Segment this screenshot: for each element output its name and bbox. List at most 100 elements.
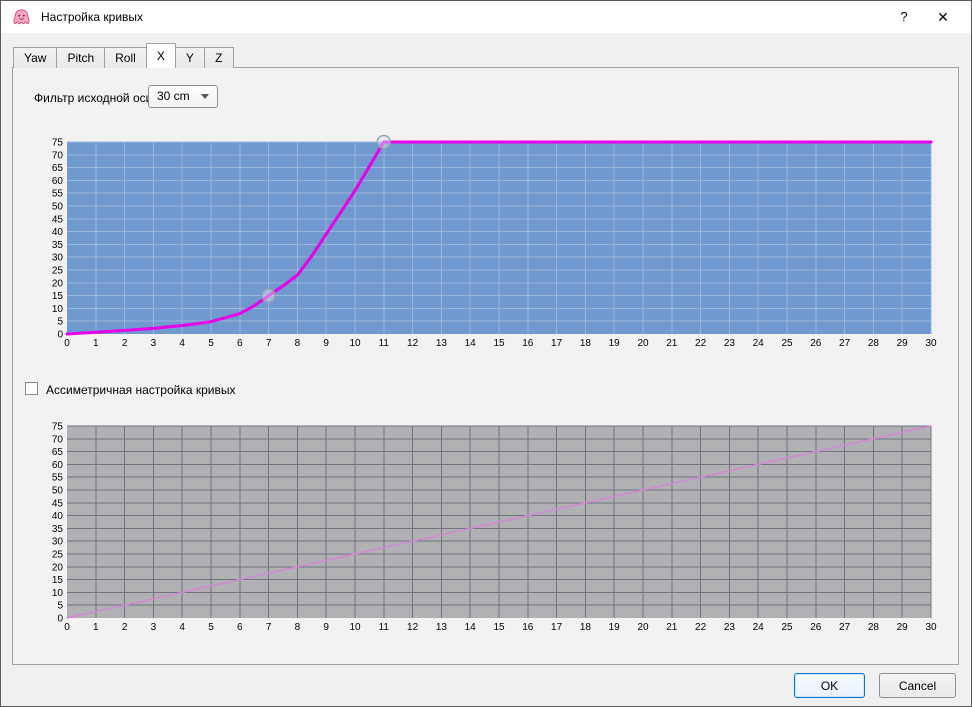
y-tick-label: 45: [52, 498, 64, 509]
tab-z[interactable]: Z: [204, 47, 234, 68]
y-tick-label: 75: [52, 138, 64, 149]
y-tick-label: 40: [52, 511, 64, 522]
x-tick-label: 7: [266, 338, 272, 349]
close-button[interactable]: ✕: [924, 1, 962, 33]
x-tick-label: 30: [925, 338, 937, 349]
x-tick-label: 26: [810, 338, 822, 349]
ok-button[interactable]: OK: [794, 673, 865, 698]
asymmetric-curves-checkbox[interactable]: [25, 382, 38, 395]
x-tick-label: 27: [839, 622, 851, 633]
x-tick-label: 8: [295, 338, 301, 349]
y-tick-label: 15: [52, 575, 64, 586]
x-tick-label: 13: [436, 622, 448, 633]
x-tick-label: 27: [839, 338, 851, 349]
response-curve-chart[interactable]: 0510152025303540455055606570750123456789…: [21, 132, 959, 357]
x-tick-label: 5: [208, 622, 214, 633]
source-axis-filter-label: Фильтр исходной оси: [34, 91, 152, 105]
x-tick-label: 3: [151, 622, 157, 633]
y-tick-label: 55: [52, 473, 64, 484]
x-tick-label: 1: [93, 622, 99, 633]
x-tick-label: 18: [580, 338, 592, 349]
y-tick-label: 40: [52, 227, 64, 238]
x-tick-label: 13: [436, 338, 448, 349]
x-tick-label: 24: [753, 338, 765, 349]
tab-x[interactable]: X: [146, 43, 176, 68]
y-tick-label: 20: [52, 562, 64, 573]
curve-control-point[interactable]: [377, 136, 390, 149]
y-tick-label: 10: [52, 588, 64, 599]
y-tick-label: 10: [52, 304, 64, 315]
tab-y[interactable]: Y: [175, 47, 205, 68]
y-tick-label: 25: [52, 266, 64, 277]
x-tick-label: 6: [237, 338, 243, 349]
x-tick-label: 10: [349, 622, 361, 633]
x-tick-label: 15: [493, 622, 505, 633]
x-tick-label: 9: [323, 338, 329, 349]
x-tick-label: 7: [266, 622, 272, 633]
x-tick-label: 22: [695, 622, 707, 633]
x-tick-label: 2: [122, 622, 128, 633]
x-tick-label: 12: [407, 338, 419, 349]
x-tick-label: 12: [407, 622, 419, 633]
y-tick-label: 70: [52, 150, 64, 161]
y-tick-label: 45: [52, 214, 64, 225]
y-tick-label: 60: [52, 460, 64, 471]
x-tick-label: 9: [323, 622, 329, 633]
x-tick-label: 0: [64, 622, 70, 633]
x-tick-label: 11: [379, 622, 390, 633]
x-tick-label: 18: [580, 622, 592, 633]
octopus-logo-icon: [12, 8, 31, 27]
x-tick-label: 28: [868, 338, 880, 349]
x-tick-label: 14: [465, 622, 477, 633]
x-tick-label: 29: [897, 622, 909, 633]
tab-pitch[interactable]: Pitch: [56, 47, 105, 68]
y-tick-label: 70: [52, 434, 64, 445]
x-tick-label: 29: [897, 338, 909, 349]
y-tick-label: 65: [52, 163, 64, 174]
x-tick-label: 5: [208, 338, 214, 349]
x-tick-label: 20: [637, 622, 649, 633]
x-tick-label: 17: [551, 622, 563, 633]
tab-roll[interactable]: Roll: [104, 47, 147, 68]
y-tick-label: 60: [52, 176, 64, 187]
x-tick-label: 0: [64, 338, 70, 349]
y-tick-label: 20: [52, 278, 64, 289]
x-tick-label: 6: [237, 622, 243, 633]
x-tick-label: 14: [465, 338, 477, 349]
x-tick-label: 17: [551, 338, 563, 349]
x-tick-label: 16: [522, 338, 534, 349]
x-tick-label: 15: [493, 338, 505, 349]
x-tick-label: 21: [666, 622, 678, 633]
y-tick-label: 15: [52, 291, 64, 302]
y-tick-label: 5: [57, 317, 63, 328]
x-tick-label: 8: [295, 622, 301, 633]
chevron-down-icon: [201, 94, 209, 99]
y-tick-label: 5: [57, 601, 63, 612]
x-tick-label: 4: [179, 622, 185, 633]
x-tick-label: 4: [179, 338, 185, 349]
asymmetric-curves-label: Ассиметричная настройка кривых: [46, 383, 236, 397]
x-tick-label: 11: [379, 338, 390, 349]
x-tick-label: 24: [753, 622, 765, 633]
curve-control-point[interactable]: [262, 289, 275, 302]
x-tick-label: 26: [810, 622, 822, 633]
y-tick-label: 0: [57, 330, 63, 341]
x-tick-label: 16: [522, 622, 534, 633]
help-button[interactable]: ?: [885, 1, 923, 33]
cancel-button[interactable]: Cancel: [879, 673, 956, 698]
x-tick-label: 25: [781, 622, 793, 633]
y-tick-label: 55: [52, 189, 64, 200]
x-tick-label: 28: [868, 622, 880, 633]
tab-yaw[interactable]: Yaw: [13, 47, 57, 68]
x-tick-label: 1: [93, 338, 99, 349]
titlebar: Настройка кривых ? ✕: [1, 1, 971, 33]
x-tick-label: 20: [637, 338, 649, 349]
y-tick-label: 75: [52, 422, 64, 433]
x-tick-label: 19: [609, 338, 621, 349]
y-tick-label: 50: [52, 202, 64, 213]
y-tick-label: 30: [52, 253, 64, 264]
y-tick-label: 25: [52, 550, 64, 561]
y-tick-label: 65: [52, 447, 64, 458]
x-tick-label: 2: [122, 338, 128, 349]
source-axis-filter-select[interactable]: 30 cm: [148, 85, 218, 108]
